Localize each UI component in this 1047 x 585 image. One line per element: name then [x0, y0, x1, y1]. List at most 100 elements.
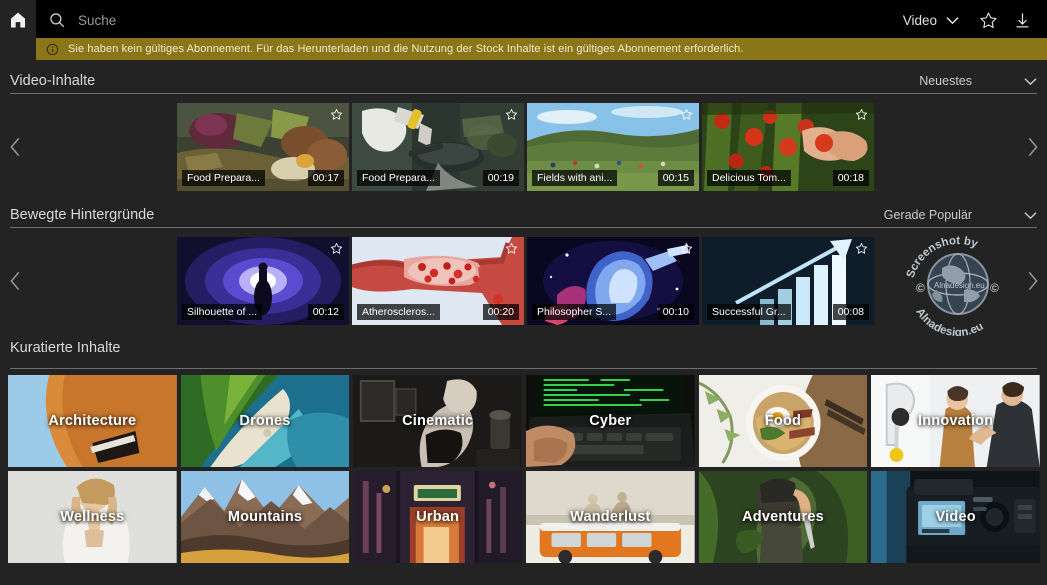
carousel-bewegte-hintergruende: Silhouette of ... 00:12 Atheroscleros...… [0, 237, 1047, 325]
category-tile-architecture[interactable]: Architecture [8, 375, 177, 467]
category-tile-food[interactable]: Food [698, 375, 868, 467]
home-button[interactable] [0, 0, 36, 40]
chevron-right-icon [1028, 271, 1038, 291]
search-input[interactable] [78, 7, 618, 33]
video-duration: 00:17 [307, 170, 344, 186]
section-divider [10, 93, 1037, 94]
video-duration: 00:18 [832, 170, 869, 186]
favorite-icon[interactable] [505, 242, 518, 260]
star-icon [855, 109, 868, 120]
category-tile-cinematic[interactable]: Cinematic [353, 375, 522, 467]
video-card[interactable]: Successful Gr... 00:08 [702, 237, 874, 325]
tile-label: Food [764, 413, 802, 429]
favorite-icon[interactable] [330, 242, 343, 260]
header-actions: Video [897, 0, 1047, 40]
category-tile-drones[interactable]: Drones [180, 375, 350, 467]
stock-video-browser: Video [0, 0, 1047, 585]
video-card[interactable]: Philosopher S... 00:10 [527, 237, 699, 325]
video-card[interactable]: Fields with ani... 00:15 [527, 103, 699, 191]
favorite-icon[interactable] [330, 108, 343, 126]
video-duration: 00:20 [482, 304, 519, 320]
video-duration: 00:08 [832, 304, 869, 320]
carousel-track: Silhouette of ... 00:12 Atheroscleros...… [177, 237, 874, 325]
video-card[interactable]: Food Prepara... 00:17 [177, 103, 349, 191]
tile-label: Drones [239, 413, 291, 429]
star-icon [505, 243, 518, 254]
download-button[interactable] [1007, 5, 1037, 35]
section-header-bewegte-hintergruende: Bewegte Hintergründe Gerade Populär [10, 202, 1037, 228]
video-card[interactable]: Silhouette of ... 00:12 [177, 237, 349, 325]
chevron-left-icon [9, 137, 19, 157]
favorite-icon[interactable] [505, 108, 518, 126]
tile-label: Wellness [60, 509, 125, 525]
sort-select-video-inhalte[interactable]: Neuestes [919, 74, 1037, 88]
video-title: Atheroscleros... [357, 304, 440, 320]
category-tile-wellness[interactable]: Wellness [8, 471, 177, 563]
video-title: Silhouette of ... [182, 304, 263, 320]
sort-label: Neuestes [919, 74, 972, 88]
curated-grid: Architecture Drones Cinematic Cyber Food… [8, 375, 1040, 563]
category-tile-video[interactable]: Video [871, 471, 1040, 563]
section-title: Kuratierte Inhalte [10, 340, 121, 356]
video-duration: 00:15 [657, 170, 694, 186]
tile-label: Innovation [918, 413, 994, 429]
tile-label: Urban [416, 509, 460, 525]
carousel-next-button[interactable] [1017, 103, 1047, 191]
favorites-button[interactable] [973, 5, 1003, 35]
app-header: Video [0, 0, 1047, 40]
category-tile-adventures[interactable]: Adventures [698, 471, 868, 563]
section-header-kuratierte-inhalte: Kuratierte Inhalte [10, 335, 1037, 361]
star-icon [505, 109, 518, 120]
tile-label: Cyber [589, 413, 632, 429]
section-title: Video-Inhalte [10, 73, 96, 89]
favorite-icon[interactable] [680, 108, 693, 126]
content-type-select[interactable]: Video [897, 13, 969, 28]
search-icon [50, 13, 65, 28]
star-icon [680, 109, 693, 120]
video-duration: 00:12 [307, 304, 344, 320]
video-card[interactable]: Atheroscleros... 00:20 [352, 237, 524, 325]
tile-label: Wanderlust [570, 509, 651, 525]
tile-label: Cinematic [402, 413, 474, 429]
carousel-prev-button[interactable] [0, 103, 30, 191]
video-title: Successful Gr... [707, 304, 791, 320]
category-tile-cyber[interactable]: Cyber [526, 375, 695, 467]
favorite-icon[interactable] [855, 108, 868, 126]
sort-label: Gerade Populär [883, 208, 972, 222]
sort-select-bewegte-hintergruende[interactable]: Gerade Populär [884, 208, 1037, 222]
content-type-label: Video [902, 12, 937, 28]
favorite-icon[interactable] [680, 242, 693, 260]
star-icon [680, 243, 693, 254]
section-title: Bewegte Hintergründe [10, 207, 155, 223]
favorite-icon[interactable] [855, 242, 868, 260]
search-bar[interactable] [36, 0, 897, 40]
video-duration: 00:10 [657, 304, 694, 320]
category-tile-innovation[interactable]: Innovation [871, 375, 1040, 467]
category-tile-urban[interactable]: Urban [353, 471, 522, 563]
tile-label: Adventures [742, 509, 824, 525]
section-divider [10, 227, 1037, 228]
section-divider [10, 368, 1037, 369]
category-tile-wanderlust[interactable]: Wanderlust [526, 471, 695, 563]
video-title: Food Prepara... [357, 170, 440, 186]
carousel-prev-button[interactable] [0, 237, 30, 325]
tile-label: Video [935, 509, 976, 525]
chevron-left-icon [9, 271, 19, 291]
home-icon [11, 12, 25, 28]
carousel-next-button[interactable] [1017, 237, 1047, 325]
video-title: Philosopher S... [532, 304, 617, 320]
star-icon [330, 243, 343, 254]
subscription-banner: Sie haben kein gültiges Abonnement. Für … [36, 38, 1047, 60]
chevron-down-icon [946, 16, 959, 24]
download-icon [1016, 12, 1028, 27]
category-tile-mountains[interactable]: Mountains [180, 471, 350, 563]
star-icon [855, 243, 868, 254]
star-icon [330, 109, 343, 120]
carousel-track: Food Prepara... 00:17 Food Prepara... 00… [177, 103, 874, 191]
carousel-video-inhalte: Food Prepara... 00:17 Food Prepara... 00… [0, 103, 1047, 191]
chevron-right-icon [1028, 137, 1038, 157]
video-card[interactable]: Delicious Tom... 00:18 [702, 103, 874, 191]
chevron-down-icon [1024, 211, 1037, 219]
video-card[interactable]: Food Prepara... 00:19 [352, 103, 524, 191]
video-title: Fields with ani... [532, 170, 618, 186]
